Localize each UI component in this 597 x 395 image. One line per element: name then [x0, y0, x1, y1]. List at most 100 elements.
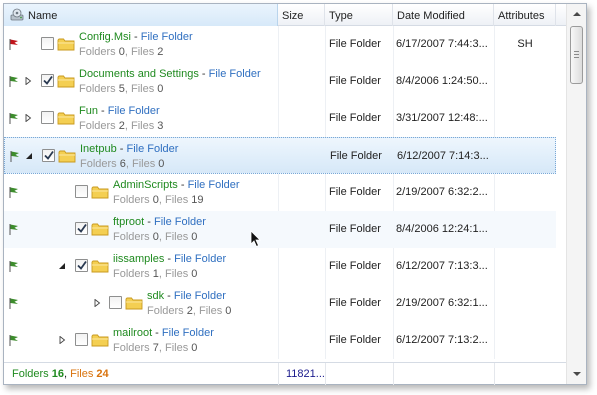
row-checkbox[interactable]: [75, 259, 88, 272]
folder-name-line[interactable]: AdminScripts - File Folder: [113, 178, 240, 192]
green-flag-icon[interactable]: [8, 297, 20, 309]
folders-count: 7: [152, 342, 159, 354]
type-cell: File Folder: [329, 112, 381, 124]
folder-name[interactable]: mailroot: [113, 327, 152, 339]
folder-name-line[interactable]: Documents and Settings - File Folder: [79, 67, 261, 81]
folder-type-link[interactable]: File Folder: [188, 179, 240, 191]
scroll-up-arrow-icon[interactable]: [572, 10, 582, 18]
files-count: 0: [191, 342, 198, 354]
tree-row[interactable]: Config.Msi - File Folder Folders 0, Files…: [4, 26, 556, 63]
folder-name[interactable]: Inetpub: [80, 143, 117, 155]
files-count: 2: [157, 46, 164, 58]
type-cell: File Folder: [329, 297, 381, 309]
folder-name[interactable]: sdk: [147, 290, 164, 302]
red-flag-icon[interactable]: [8, 38, 20, 50]
expand-triangle-icon[interactable]: [58, 336, 66, 344]
folder-type-link[interactable]: File Folder: [174, 253, 226, 265]
folder-name-line[interactable]: mailroot - File Folder: [113, 326, 214, 340]
collapse-triangle-icon[interactable]: [25, 152, 33, 160]
folders-label: Folders: [80, 158, 117, 170]
expand-triangle-icon[interactable]: [24, 114, 32, 122]
folder-name-line[interactable]: iissamples - File Folder: [113, 252, 226, 266]
tree-row[interactable]: Fun - File Folder Folders 2, Files 3 File …: [4, 100, 556, 137]
folder-counts: Folders 0, Files 2: [79, 46, 164, 58]
folders-count: 6: [119, 158, 126, 170]
green-flag-icon[interactable]: [8, 334, 20, 346]
date-modified-cell: 2/19/2007 6:32:1...: [396, 297, 488, 309]
files-label: Files: [132, 158, 156, 170]
green-flag-icon[interactable]: [8, 186, 20, 198]
folder-counts: Folders 0, Files 19: [113, 194, 204, 206]
green-flag-icon[interactable]: [9, 150, 21, 162]
expand-triangle-icon[interactable]: [24, 77, 32, 85]
collapse-triangle-icon[interactable]: [58, 262, 66, 270]
tree-row[interactable]: ftproot - File Folder Folders 0, Files 0F…: [4, 211, 556, 248]
row-checkbox[interactable]: [41, 37, 54, 50]
column-header-type[interactable]: Type: [325, 4, 393, 26]
files-count: 19: [191, 194, 204, 206]
row-checkbox[interactable]: [41, 111, 54, 124]
row-checkbox[interactable]: [75, 185, 88, 198]
expand-triangle-icon[interactable]: [93, 299, 101, 307]
folder-icon: [91, 260, 109, 273]
folders-count: 2: [186, 305, 193, 317]
folder-name-line[interactable]: Fun - File Folder: [79, 104, 160, 118]
folder-icon: [57, 75, 75, 88]
folder-type-link[interactable]: File Folder: [126, 143, 178, 155]
tree-row[interactable]: Inetpub - File Folder Folders 6, Files 0F…: [4, 137, 556, 174]
folder-name[interactable]: Documents and Settings: [79, 68, 199, 80]
green-flag-icon[interactable]: [8, 112, 20, 124]
footer-divider: [278, 363, 279, 385]
folder-type-link[interactable]: File Folder: [141, 31, 193, 43]
summary-footer: Folders 16, Files 24 11821...: [4, 362, 566, 385]
folder-name[interactable]: ftproot: [113, 216, 144, 228]
green-flag-icon[interactable]: [8, 260, 20, 272]
tree-row[interactable]: AdminScripts - File Folder Folders 0, Fil…: [4, 174, 556, 211]
folders-label: Folders: [79, 46, 116, 58]
type-cell: File Folder: [329, 334, 381, 346]
column-header-name[interactable]: Name: [4, 4, 278, 26]
files-count: 0: [158, 158, 165, 170]
row-checkbox[interactable]: [41, 74, 54, 87]
folder-name-line[interactable]: Config.Msi - File Folder: [79, 30, 193, 44]
vertical-scrollbar[interactable]: [566, 4, 586, 384]
green-flag-icon[interactable]: [8, 75, 20, 87]
column-header-size[interactable]: Size: [278, 4, 325, 26]
tree-row[interactable]: sdk - File Folder Folders 2, Files 0 File …: [4, 285, 556, 322]
date-modified-cell: 6/17/2007 7:44:3...: [396, 38, 488, 50]
folder-type-link[interactable]: File Folder: [154, 216, 206, 228]
folder-icon: [91, 186, 109, 199]
column-header-attributes[interactable]: Attributes: [494, 4, 556, 26]
row-checkbox[interactable]: [75, 333, 88, 346]
folder-type-link[interactable]: File Folder: [174, 290, 226, 302]
date-modified-cell: 6/12/2007 7:13:2...: [396, 334, 488, 346]
folder-name[interactable]: AdminScripts: [113, 179, 178, 191]
column-header-bar: Name Size Type Date Modified Attributes: [4, 4, 566, 26]
scroll-down-arrow-icon[interactable]: [572, 370, 582, 378]
row-checkbox[interactable]: [42, 149, 55, 162]
folder-icon: [57, 38, 75, 51]
folder-counts: Folders 5, Files 0: [79, 83, 164, 95]
row-checkbox[interactable]: [109, 296, 122, 309]
tree-row[interactable]: Documents and Settings - File Folder Fold…: [4, 63, 556, 100]
files-label: Files: [131, 46, 155, 58]
files-label: Files: [165, 194, 189, 206]
tree-row[interactable]: iissamples - File Folder Folders 1, Files…: [4, 248, 556, 285]
folder-name[interactable]: Fun: [79, 105, 98, 117]
folder-name-line[interactable]: Inetpub - File Folder: [80, 142, 178, 156]
column-header-date-modified[interactable]: Date Modified: [393, 4, 494, 26]
folder-name[interactable]: Config.Msi: [79, 31, 131, 43]
folder-name-line[interactable]: sdk - File Folder: [147, 289, 226, 303]
files-label: Files: [199, 305, 223, 317]
folder-icon: [91, 223, 109, 236]
folder-name[interactable]: iissamples: [113, 253, 164, 265]
tree-row[interactable]: mailroot - File Folder Folders 7, Files 0…: [4, 322, 556, 359]
folder-type-link[interactable]: File Folder: [162, 327, 214, 339]
row-checkbox[interactable]: [75, 222, 88, 235]
folder-type-link[interactable]: File Folder: [108, 105, 160, 117]
files-count: 3: [157, 120, 164, 132]
scrollbar-thumb[interactable]: [570, 26, 583, 84]
folder-name-line[interactable]: ftproot - File Folder: [113, 215, 206, 229]
folder-type-link[interactable]: File Folder: [209, 68, 261, 80]
green-flag-icon[interactable]: [8, 223, 20, 235]
